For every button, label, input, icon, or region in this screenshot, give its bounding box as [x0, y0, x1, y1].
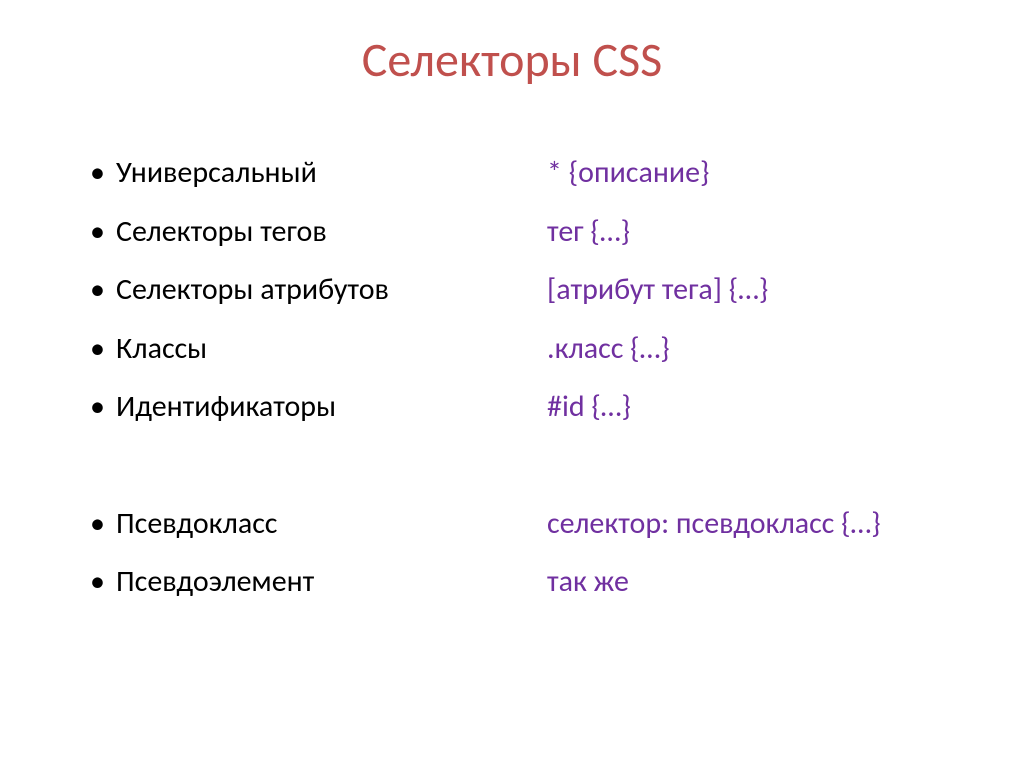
syntax-example: #id {…}: [547, 378, 964, 437]
list-item: Псевдокласс: [90, 495, 507, 554]
syntax-example: тег {…}: [547, 203, 964, 262]
list-item: Селекторы тегов: [90, 203, 507, 262]
syntax-examples-column: * {описание} тег {…} [атрибут тега] {…} …: [547, 144, 964, 612]
list-item: Селекторы атрибутов: [90, 261, 507, 320]
list-item: Идентификаторы: [90, 378, 507, 437]
selector-types-column: Универсальный Селекторы тегов Селекторы …: [60, 144, 507, 612]
list-item: Универсальный: [90, 144, 507, 203]
syntax-example: [атрибут тега] {…}: [547, 261, 964, 320]
pseudo-types-list: Псевдокласс Псевдоэлемент: [90, 495, 507, 612]
list-item: Псевдоэлемент: [90, 553, 507, 612]
syntax-example: .класс {…}: [547, 320, 964, 379]
syntax-example: * {описание}: [547, 144, 964, 203]
spacer: [90, 437, 507, 495]
slide-title: Селекторы CSS: [60, 30, 964, 89]
syntax-example: селектор: псевдокласс {…}: [547, 495, 964, 554]
spacer: [547, 437, 964, 495]
content-columns: Универсальный Селекторы тегов Селекторы …: [60, 144, 964, 612]
syntax-example: так же: [547, 553, 964, 612]
selector-types-list: Универсальный Селекторы тегов Селекторы …: [90, 144, 507, 437]
list-item: Классы: [90, 320, 507, 379]
